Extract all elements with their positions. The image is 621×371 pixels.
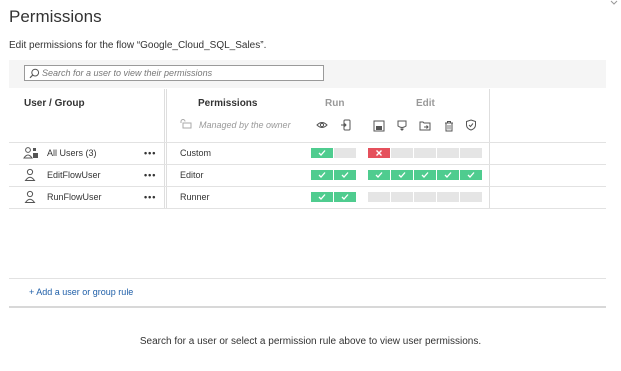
eye-icon — [316, 122, 328, 128]
edit-capability-cell-deny[interactable] — [368, 148, 390, 158]
save-icon — [373, 120, 385, 132]
edit-capability-cell-allow[interactable] — [368, 170, 390, 180]
footer-divider — [9, 278, 606, 279]
search-input[interactable] — [42, 66, 320, 80]
edit-capability-cell-empty[interactable] — [460, 148, 482, 158]
download-icon — [397, 120, 407, 131]
row-divider — [9, 208, 606, 209]
search-box[interactable] — [24, 65, 324, 81]
edit-capability-cell-empty[interactable] — [414, 192, 436, 202]
delete-icon — [445, 121, 453, 132]
run-capability-cell-empty[interactable] — [334, 148, 356, 158]
more-options-button[interactable]: ••• — [144, 148, 156, 158]
lock-icon — [180, 119, 192, 129]
edit-capability-cell-empty[interactable] — [437, 192, 459, 202]
user-group-icon — [23, 147, 38, 159]
edit-capability-cell-allow[interactable] — [391, 170, 413, 180]
header-divider — [9, 142, 606, 143]
column-group-edit: Edit — [416, 98, 435, 109]
column-divider — [489, 89, 490, 208]
page-subtitle: Edit permissions for the flow “Google_Cl… — [9, 40, 267, 51]
row-name[interactable]: EditFlowUser — [47, 170, 101, 180]
run-capability-cell-allow[interactable] — [334, 192, 356, 202]
column-header-permissions: Permissions — [198, 98, 258, 109]
edit-capability-cell-empty[interactable] — [368, 192, 390, 202]
edit-capability-cell-allow[interactable] — [414, 170, 436, 180]
edit-capability-cell-empty[interactable] — [460, 192, 482, 202]
column-divider — [166, 89, 167, 208]
user-icon — [24, 190, 36, 203]
run-capability-cell-allow[interactable] — [311, 148, 333, 158]
column-divider — [164, 89, 165, 208]
more-options-button[interactable]: ••• — [144, 192, 156, 202]
add-rule-link[interactable]: + Add a user or group rule — [29, 287, 133, 297]
permission-role[interactable]: Editor — [180, 170, 204, 180]
page-title: Permissions — [9, 7, 102, 26]
column-header-user-group: User / Group — [24, 98, 85, 109]
section-divider — [9, 306, 606, 308]
edit-capability-cell-empty[interactable] — [414, 148, 436, 158]
edit-capability-cell-empty[interactable] — [391, 192, 413, 202]
edit-capability-cell-allow[interactable] — [437, 170, 459, 180]
run-flow-icon — [341, 119, 351, 131]
row-divider — [9, 186, 606, 187]
empty-state-message: Search for a user or select a permission… — [139, 336, 482, 347]
edit-capability-cell-empty[interactable] — [391, 148, 413, 158]
edit-capability-cell-empty[interactable] — [437, 148, 459, 158]
run-capability-cell-allow[interactable] — [334, 170, 356, 180]
chevron-icon — [610, 0, 618, 5]
user-icon — [24, 168, 36, 181]
run-capability-cell-allow[interactable] — [311, 170, 333, 180]
permission-role[interactable]: Runner — [180, 192, 210, 202]
run-capability-cell-allow[interactable] — [311, 192, 333, 202]
column-group-run: Run — [325, 98, 345, 109]
set-permissions-icon — [466, 119, 476, 131]
move-icon — [419, 121, 431, 131]
more-options-button[interactable]: ••• — [144, 170, 156, 180]
search-icon — [29, 68, 40, 79]
permission-role[interactable]: Custom — [180, 148, 211, 158]
row-name[interactable]: RunFlowUser — [47, 192, 102, 202]
managed-by-owner-label: Managed by the owner — [199, 120, 291, 130]
row-name[interactable]: All Users (3) — [47, 148, 97, 158]
row-divider — [9, 164, 606, 165]
edit-capability-cell-allow[interactable] — [460, 170, 482, 180]
